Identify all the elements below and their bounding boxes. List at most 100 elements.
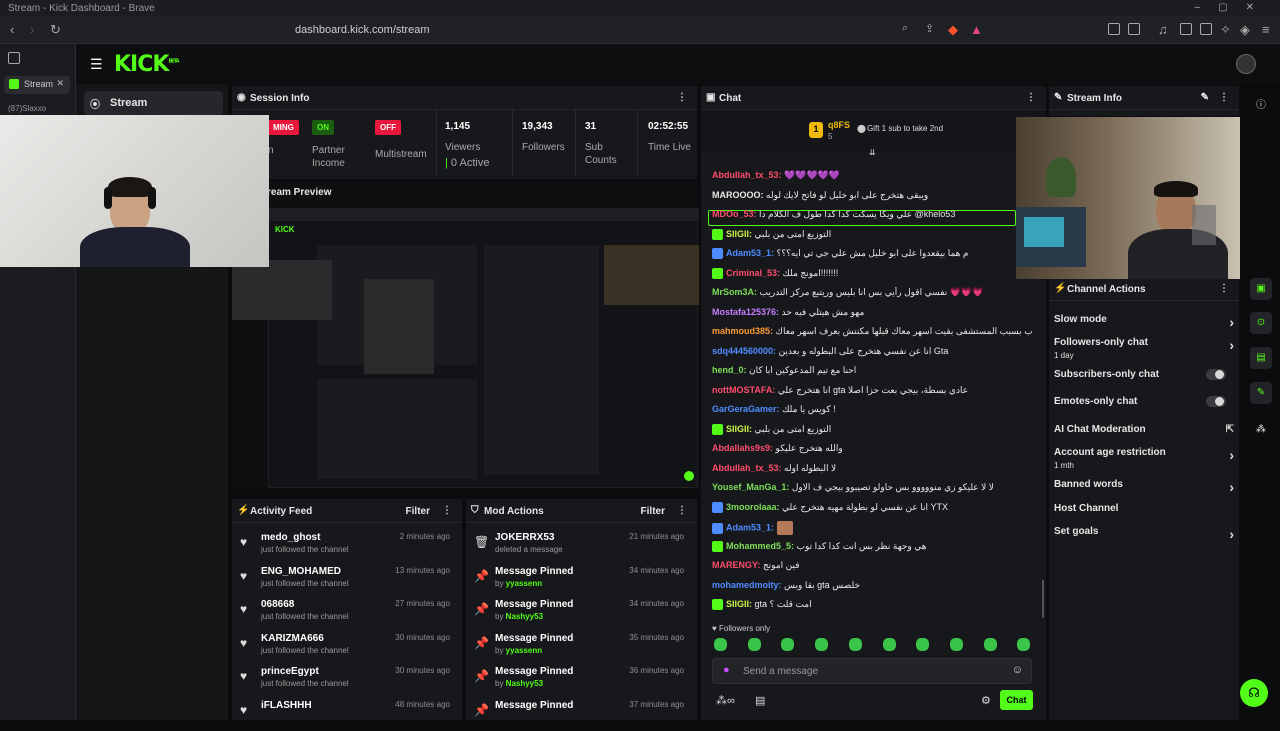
emote-icon[interactable]: [983, 638, 997, 651]
chat-username[interactable]: Mostafa125376:: [712, 307, 779, 317]
chat-username[interactable]: SIIGII:: [726, 424, 752, 434]
mod-action-item[interactable]: 📌 Message Pinned 37 minutes ago: [466, 697, 694, 731]
hamburger-menu-icon[interactable]: ☰: [90, 56, 103, 73]
chat-message[interactable]: hend_0: احنا مع تيم المدعوكين ابا كان: [712, 365, 1032, 383]
zoom-icon[interactable]: ⌕: [902, 22, 908, 35]
channel-action-host-channel[interactable]: Host Channel: [1054, 503, 1234, 514]
chat-message[interactable]: MARENGY: فين امونج: [712, 560, 1032, 578]
mod-action-item[interactable]: 📌 Message Pinned by yyassenn 34 minutes ago: [466, 563, 694, 597]
channel-action-account-age-restriction[interactable]: Account age restriction 1 mth ›: [1054, 447, 1234, 470]
chat-username[interactable]: mahmoud385:: [712, 326, 773, 336]
reload-icon[interactable]: ↻: [50, 22, 61, 38]
brave-rewards-icon[interactable]: ▲: [970, 22, 983, 37]
chat-message[interactable]: sdq444560000: انا عن نفسي هتخرج على البط…: [712, 346, 1032, 364]
channel-action-emotes-only-chat[interactable]: Emotes-only chat: [1054, 396, 1234, 407]
chat-username[interactable]: Adam53_1:: [726, 522, 774, 532]
wallet-icon[interactable]: [1200, 23, 1212, 35]
chat-username[interactable]: MARENGY:: [712, 560, 760, 570]
rail-more-icon[interactable]: ⁂: [1256, 424, 1266, 435]
chat-username[interactable]: Abdullah_tx_53:: [712, 463, 782, 473]
chat-message[interactable]: Abdullah_tx_53: لا البطوله اوله: [712, 463, 1032, 481]
emote-icon[interactable]: [1017, 638, 1031, 651]
gift-icon[interactable]: ▤: [755, 694, 765, 707]
kebab-menu-icon[interactable]: ⋮: [1219, 92, 1229, 103]
filter-button[interactable]: Filter: [641, 506, 665, 517]
mod-action-by[interactable]: Nashyy53: [506, 679, 543, 688]
emote-icon[interactable]: [882, 638, 896, 651]
chat-username[interactable]: Adam53_1:: [726, 248, 774, 258]
chat-username[interactable]: sdq444560000:: [712, 346, 776, 356]
mod-action-item[interactable]: 📌 Message Pinned by yyassenn 35 minutes ago: [466, 630, 694, 664]
follower-name[interactable]: ENG_MOHAMED: [261, 566, 341, 577]
multistream-stat[interactable]: OFF Multistream: [375, 120, 427, 161]
emote-icon[interactable]: [714, 638, 727, 651]
emote-icon[interactable]: [781, 638, 795, 651]
rail-stream-button[interactable]: ⊙: [1250, 312, 1272, 334]
mod-action-by[interactable]: yyassenn: [506, 579, 542, 588]
emote-icon[interactable]: [815, 638, 829, 651]
kebab-menu-icon[interactable]: ⋮: [677, 92, 687, 103]
user-avatar[interactable]: [1236, 54, 1256, 74]
close-tab-icon[interactable]: ✕: [56, 78, 64, 89]
tab-stream[interactable]: Stream ✕: [4, 76, 70, 94]
chat-message[interactable]: 3moorolaaa: انا عن نفسي لو بطولة مهيه هت…: [712, 502, 1032, 520]
sidebar-toggle-icon[interactable]: [1180, 23, 1192, 35]
channel-action-slow-mode[interactable]: Slow mode ›: [1054, 314, 1234, 330]
chat-message[interactable]: SIIGII: التوزيع امتى من بلبي: [712, 229, 1032, 247]
connections-icon[interactable]: ⁂∞: [716, 694, 735, 707]
address-bar[interactable]: dashboard.kick.com/stream: [245, 20, 990, 40]
chat-username[interactable]: GarGeraGamer:: [712, 404, 780, 414]
follower-name[interactable]: 068668: [261, 599, 294, 610]
chat-username[interactable]: SIIGII:: [726, 229, 752, 239]
activity-feed-item[interactable]: ♥ medo_ghost just followed the channel 2 mi…: [232, 529, 460, 563]
chat-message[interactable]: MrSom3A: نفسي اقول رأيي بس انا بليس وريت…: [712, 287, 1032, 305]
nav-item-stream[interactable]: ⦿ Stream: [84, 91, 223, 115]
support-button[interactable]: ☊: [1240, 679, 1268, 707]
chat-username[interactable]: Yousef_ManGa_1:: [712, 482, 789, 492]
chat-username[interactable]: SIIGII:: [726, 599, 752, 609]
toggle-switch[interactable]: [1206, 396, 1226, 407]
activity-feed-item[interactable]: ♥ 068668 just followed the channel 27 minut…: [232, 596, 460, 630]
chat-username[interactable]: mohamedmoity:: [712, 580, 782, 590]
follower-name[interactable]: medo_ghost: [261, 532, 320, 543]
chat-scrollbar[interactable]: [1042, 580, 1044, 618]
back-icon[interactable]: ‹: [10, 22, 14, 37]
brave-shields-icon[interactable]: ◆: [948, 22, 958, 38]
chat-username[interactable]: MrSom3A:: [712, 287, 757, 297]
chat-username[interactable]: 3moorolaaa:: [726, 502, 780, 512]
media-icon[interactable]: ♫: [1158, 22, 1168, 37]
kebab-menu-icon[interactable]: ⋮: [1219, 283, 1229, 294]
mod-action-item[interactable]: 🗑 JOKERRX53 deleted a message 21 minutes a…: [466, 529, 694, 563]
share-icon[interactable]: ⇪: [925, 22, 934, 35]
activity-feed-item[interactable]: ♥ ENG_MOHAMED just followed the channel 13 …: [232, 563, 460, 597]
chat-message[interactable]: Abdullah_tx_53: 💜💜💜💜💜: [712, 170, 1032, 188]
chat-username[interactable]: Abdullah_tx_53:: [712, 170, 782, 180]
chat-message[interactable]: Criminal_53: امونج ملك!!!!!!!: [712, 268, 1032, 286]
follower-name[interactable]: KARIZMA666: [261, 633, 324, 644]
emote-icon[interactable]: [747, 638, 761, 651]
emote-icon[interactable]: [949, 638, 963, 651]
extensions-icon[interactable]: [1108, 23, 1120, 35]
emote-icon[interactable]: [848, 638, 862, 651]
chat-username[interactable]: Mohammed5_5:: [726, 541, 794, 551]
chat-message[interactable]: SIIGII: التوزيع امتى من بلبي: [712, 424, 1032, 442]
chat-message[interactable]: mahmoud385: لما نومي خرب بسبب المستشفى ب…: [712, 326, 1032, 344]
window-controls[interactable]: –▢✕: [1195, 2, 1272, 13]
chat-message[interactable]: GarGeraGamer: كويس يا ملك !: [712, 404, 1032, 422]
kebab-menu-icon[interactable]: ⋮: [677, 505, 687, 516]
emoji-picker-icon[interactable]: ☺: [1012, 664, 1023, 676]
chat-message[interactable]: Adam53_1: م هما بيقعدوا على ابو خليل مش …: [712, 248, 1032, 266]
send-chat-button[interactable]: Chat: [1000, 690, 1033, 710]
preview-video[interactable]: KICK: [268, 208, 699, 488]
chat-message[interactable]: Mohammed5_5: هي وجهة نظر بس انت كدا كدا …: [712, 541, 1032, 559]
channel-action-set-goals[interactable]: Set goals ›: [1054, 526, 1234, 542]
info-icon[interactable]: ⓘ: [1256, 96, 1266, 111]
menu-icon[interactable]: ≡: [1262, 22, 1270, 37]
chat-message[interactable]: nottMOSTAFA: انا هتخرج علي gta عادي بسطة…: [712, 385, 1032, 403]
kebab-menu-icon[interactable]: ⋮: [442, 505, 452, 516]
forward-icon[interactable]: ›: [30, 22, 34, 37]
tab-slaxxo[interactable]: (87)Slaxxo: [8, 104, 46, 113]
rail-chat-button[interactable]: ▣: [1250, 278, 1272, 300]
sidebar-panel-icon[interactable]: [8, 52, 20, 64]
channel-action-followers-only-chat[interactable]: Followers-only chat 1 day ›: [1054, 337, 1234, 360]
